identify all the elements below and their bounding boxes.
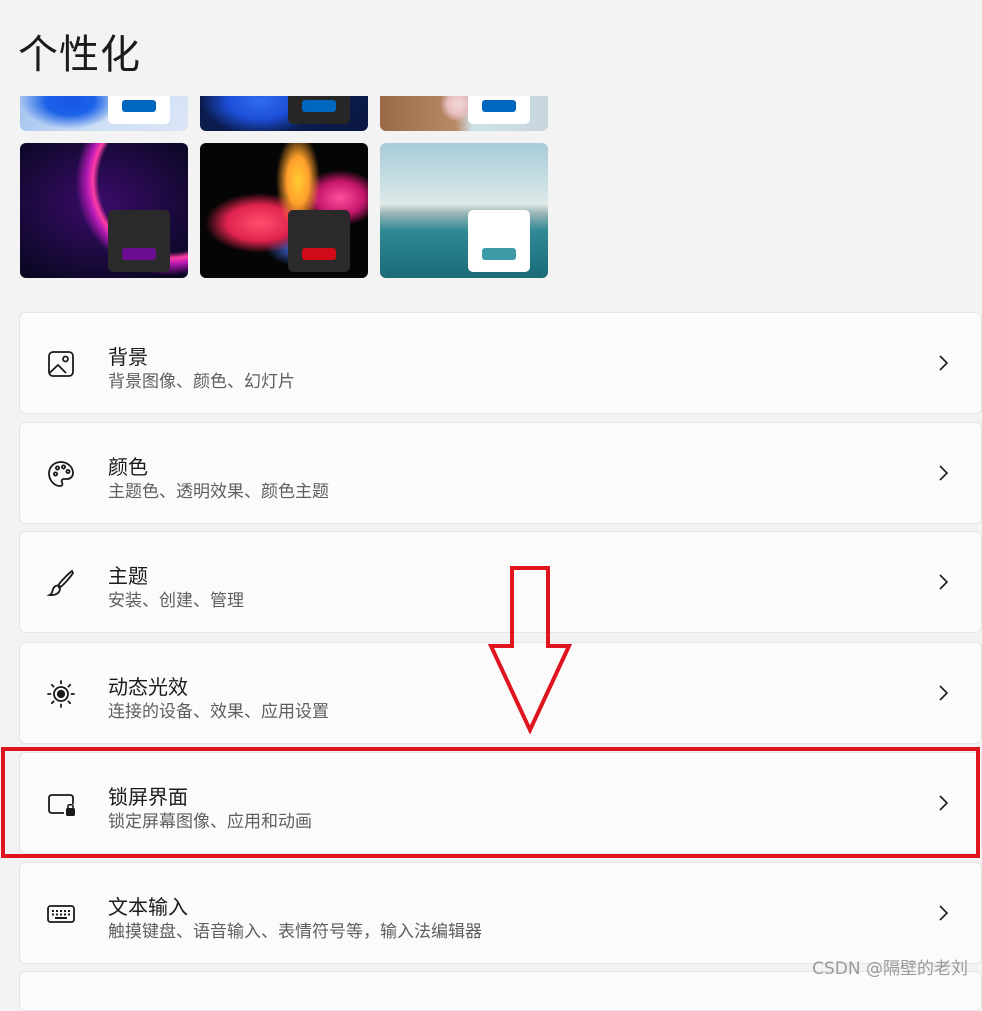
chevron-right-icon xyxy=(939,574,949,590)
settings-item-subtitle: 锁定屏幕图像、应用和动画 xyxy=(108,812,312,832)
accent-swatch xyxy=(122,248,156,260)
theme-thumbnail[interactable] xyxy=(200,143,368,278)
chevron-right-icon xyxy=(939,355,949,371)
theme-preview-box xyxy=(288,96,350,124)
palette-icon xyxy=(48,461,74,487)
settings-item-title: 颜色 xyxy=(108,455,148,479)
settings-item-lock-screen[interactable]: 锁屏界面 锁定屏幕图像、应用和动画 xyxy=(19,752,982,854)
page-title: 个性化 xyxy=(18,32,141,78)
lock-screen-icon xyxy=(48,794,75,816)
settings-item-subtitle: 安装、创建、管理 xyxy=(108,591,244,611)
accent-swatch xyxy=(122,100,156,112)
chevron-right-icon xyxy=(939,685,949,701)
settings-item-title: 锁屏界面 xyxy=(108,785,188,809)
watermark: CSDN @隔壁的老刘 xyxy=(812,959,968,979)
theme-thumbnail[interactable] xyxy=(380,143,548,278)
settings-item-title: 背景 xyxy=(108,345,148,369)
settings-item-title: 文本输入 xyxy=(108,895,188,919)
settings-item-subtitle: 主题色、透明效果、颜色主题 xyxy=(108,482,329,502)
chevron-right-icon xyxy=(939,905,949,921)
settings-item-background[interactable]: 背景 背景图像、颜色、幻灯片 xyxy=(19,312,982,414)
settings-item-title: 动态光效 xyxy=(108,675,188,699)
settings-item-themes[interactable]: 主题 安装、创建、管理 xyxy=(19,531,982,633)
settings-item-colors[interactable]: 颜色 主题色、透明效果、颜色主题 xyxy=(19,422,982,524)
accent-swatch xyxy=(482,248,516,260)
keyboard-icon xyxy=(47,905,75,923)
image-icon xyxy=(48,351,74,377)
settings-item-subtitle: 触摸键盘、语音输入、表情符号等，输入法编辑器 xyxy=(108,922,482,942)
settings-item-dynamic-lighting[interactable]: 动态光效 连接的设备、效果、应用设置 xyxy=(19,642,982,744)
settings-item-subtitle: 连接的设备、效果、应用设置 xyxy=(108,702,329,722)
accent-swatch xyxy=(482,100,516,112)
theme-preview-box xyxy=(288,210,350,272)
accent-swatch xyxy=(302,248,336,260)
accent-swatch xyxy=(302,100,336,112)
settings-item-text-input[interactable]: 文本输入 触摸键盘、语音输入、表情符号等，输入法编辑器 xyxy=(19,862,982,964)
theme-thumbnail[interactable] xyxy=(20,96,188,131)
settings-item-subtitle: 背景图像、颜色、幻灯片 xyxy=(108,372,295,392)
chevron-right-icon xyxy=(939,465,949,481)
theme-thumbnail[interactable] xyxy=(20,143,188,278)
settings-item-title: 主题 xyxy=(108,564,148,588)
theme-thumbnail[interactable] xyxy=(380,96,548,131)
theme-preview-box xyxy=(468,96,530,124)
theme-preview-box xyxy=(468,210,530,272)
brush-icon xyxy=(46,569,75,596)
theme-thumbnail[interactable] xyxy=(200,96,368,131)
dynamic-lighting-icon xyxy=(47,680,75,708)
theme-preview-box xyxy=(108,96,170,124)
theme-preview-box xyxy=(108,210,170,272)
chevron-right-icon xyxy=(939,795,949,811)
